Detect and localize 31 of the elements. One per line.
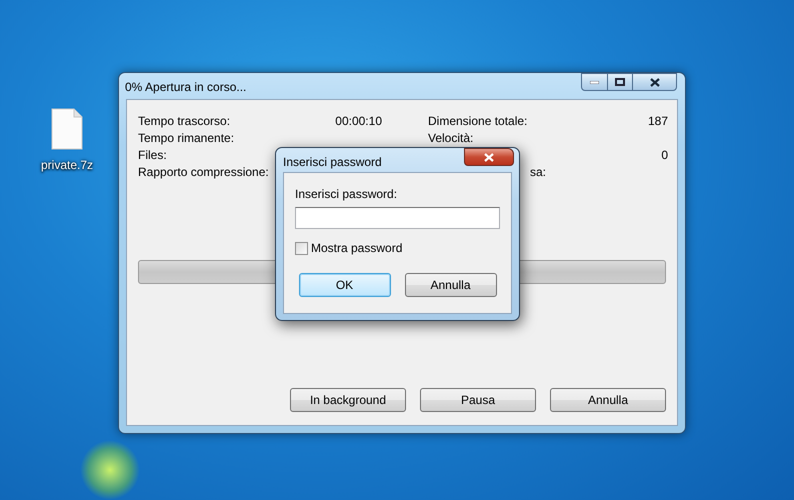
- password-field[interactable]: [295, 207, 500, 229]
- minimize-icon: [590, 80, 599, 84]
- stat-label: Dimensione totale:: [428, 114, 528, 129]
- file-name[interactable]: private.7z: [40, 158, 94, 172]
- dialog-title: Inserisci password: [283, 155, 382, 169]
- stat-label: sa:: [529, 165, 546, 180]
- window-title: 0% Apertura in corso...: [125, 80, 246, 94]
- close-button[interactable]: [464, 148, 514, 166]
- maximize-button[interactable]: [607, 73, 633, 91]
- dialog-button[interactable]: OK: [298, 273, 390, 297]
- checkbox[interactable]: [295, 242, 308, 254]
- stat-value: 0: [661, 148, 668, 163]
- stat-value: 187: [648, 114, 668, 129]
- close-icon: [650, 78, 660, 86]
- checkbox-label[interactable]: Mostra password: [311, 241, 402, 255]
- stat-label: Files:: [138, 148, 167, 163]
- close-icon: [484, 152, 494, 162]
- action-button[interactable]: In background: [290, 388, 406, 412]
- stat-label: Tempo trascorso:: [138, 114, 230, 129]
- stat-value: 00:00:10: [335, 114, 382, 129]
- stat-label: Tempo rimanente:: [138, 131, 234, 146]
- close-button[interactable]: [632, 73, 677, 91]
- file-icon[interactable]: [51, 108, 83, 150]
- minimize-button[interactable]: [581, 73, 608, 91]
- field-label: Inserisci password:: [295, 187, 398, 201]
- stat-label: Velocità:: [428, 131, 474, 146]
- dialog-button[interactable]: Annulla: [404, 273, 496, 297]
- action-button[interactable]: Pausa: [420, 388, 536, 412]
- maximize-icon: [615, 78, 625, 86]
- stat-label: Rapporto compressione:: [138, 165, 269, 180]
- action-button[interactable]: Annulla: [550, 388, 666, 412]
